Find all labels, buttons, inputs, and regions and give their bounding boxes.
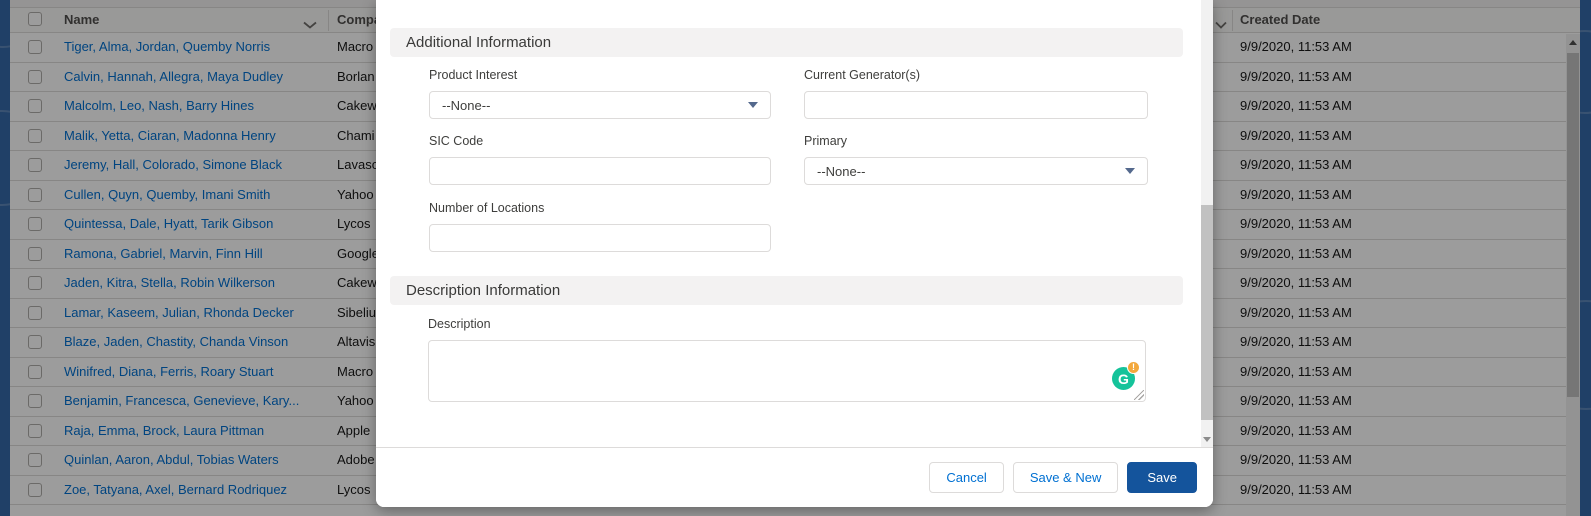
description-textarea[interactable] [428,340,1146,402]
section-header-description-information[interactable]: Description Information [390,276,1183,305]
app-canvas: Name Company Created Date Tiger, Alma, J… [0,0,1591,516]
section-title: Additional Information [406,34,552,51]
field-product-interest: Product Interest --None-- [429,68,771,119]
field-label: SIC Code [429,134,484,148]
field-current-generators: Current Generator(s) [804,68,1148,119]
field-label: Description [428,317,491,331]
field-description: Description G ! [428,317,1146,402]
field-label: Number of Locations [429,201,545,215]
field-label: Current Generator(s) [804,68,921,82]
number-of-locations-input[interactable] [429,224,771,252]
field-label: Product Interest [429,68,518,82]
field-sic-code: SIC Code [429,134,771,185]
primary-select[interactable]: --None-- [804,157,1148,185]
modal-scrollbar-thumb[interactable] [1201,205,1213,420]
selected-value: --None-- [817,163,866,179]
dropdown-arrow-icon [1125,168,1135,174]
dropdown-arrow-icon [748,102,758,108]
sic-code-input[interactable] [429,157,771,185]
modal-body: Additional Information Product Interest … [376,0,1213,447]
description-textarea-wrap: G ! [428,340,1146,402]
modal-scrollbar[interactable] [1201,0,1213,447]
grammarly-alert-badge: ! [1127,361,1140,374]
cancel-button[interactable]: Cancel [929,462,1004,493]
field-number-of-locations: Number of Locations [429,201,771,252]
field-label: Primary [804,134,848,148]
grammarly-letter: G [1118,370,1129,387]
save-and-new-button[interactable]: Save & New [1012,462,1119,493]
current-generators-input[interactable] [804,91,1148,119]
section-title: Description Information [406,282,561,299]
product-interest-select[interactable]: --None-- [429,91,771,119]
grammarly-icon[interactable]: G ! [1112,361,1140,390]
selected-value: --None-- [442,97,491,113]
textarea-resize-handle[interactable] [1134,390,1144,400]
scroll-down-arrow-icon[interactable] [1203,437,1211,442]
field-primary: Primary --None-- [804,134,1148,185]
save-button[interactable]: Save [1127,462,1197,493]
modal-footer: Cancel Save & New Save [376,447,1213,507]
record-edit-modal: Additional Information Product Interest … [376,0,1213,507]
section-header-additional-information[interactable]: Additional Information [390,28,1183,57]
